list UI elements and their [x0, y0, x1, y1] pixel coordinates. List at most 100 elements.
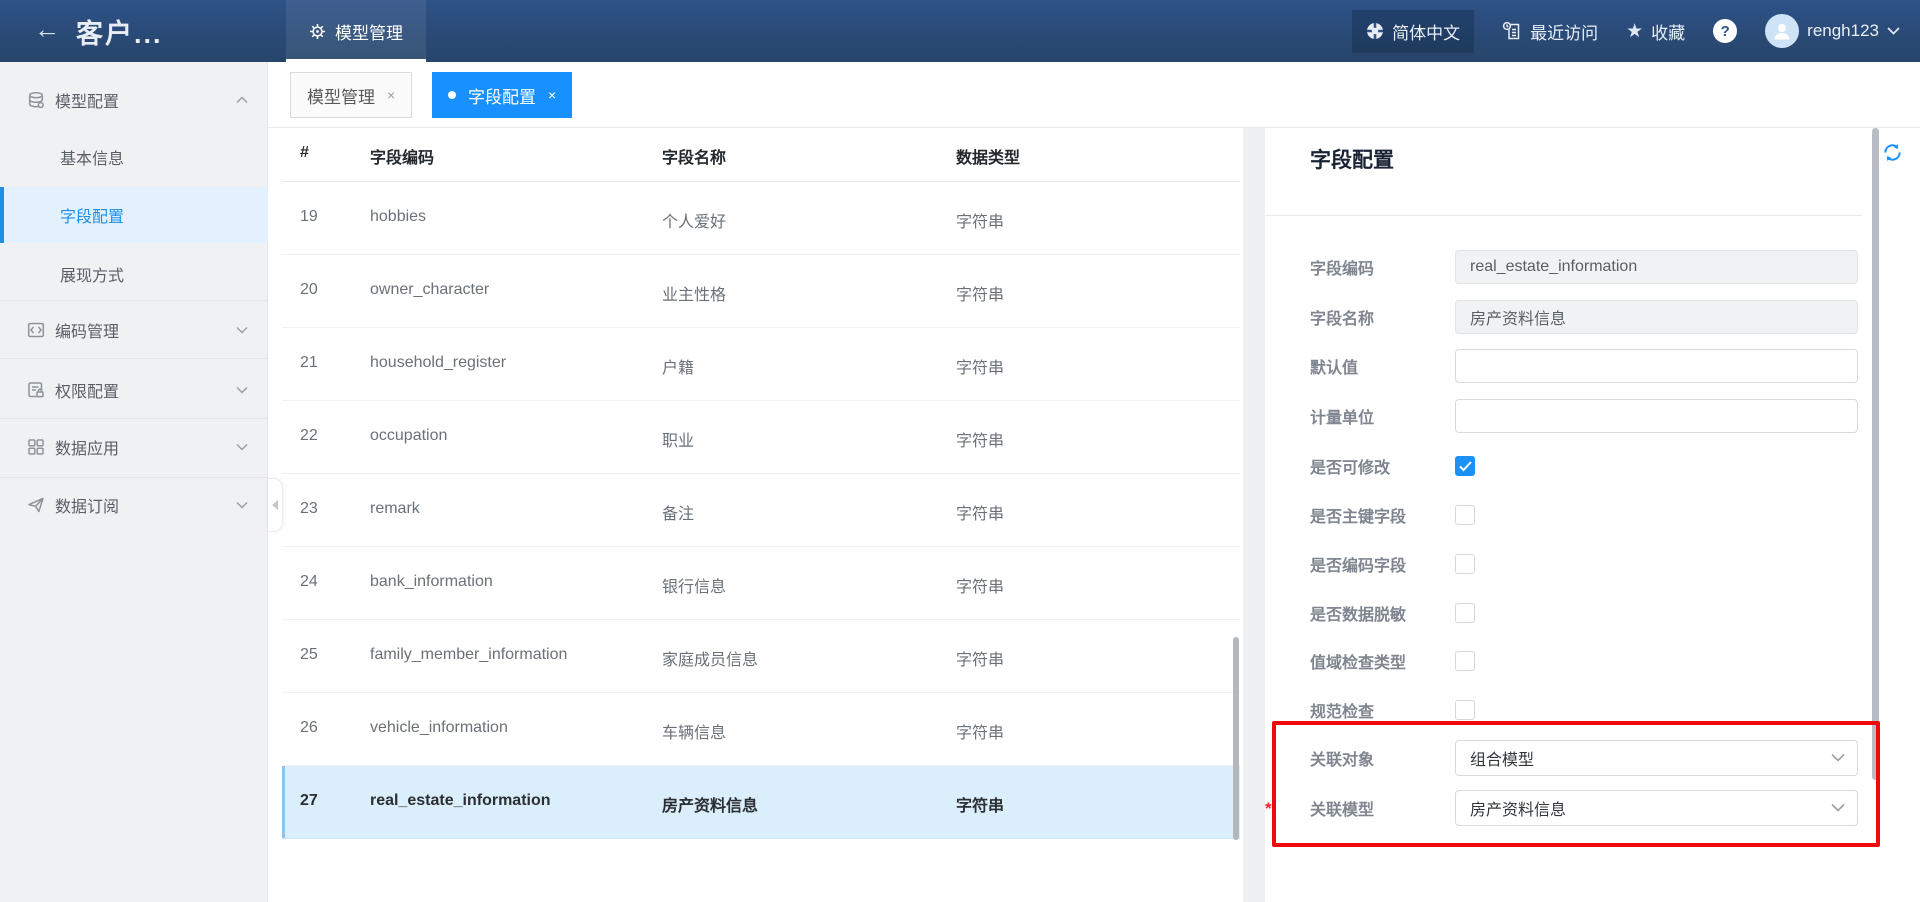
field-label: 是否主键字段: [1310, 503, 1406, 527]
gear-icon: [309, 23, 326, 40]
field-input[interactable]: [1455, 349, 1858, 383]
field-checkbox[interactable]: [1455, 603, 1475, 623]
field-label: 值域检查类型: [1310, 649, 1406, 673]
field-label: 字段编码: [1310, 255, 1374, 279]
table-row[interactable]: 19hobbies个人爱好字符串: [282, 182, 1240, 255]
sidebar-item-field-config[interactable]: 字段配置: [0, 187, 268, 243]
table-row[interactable]: 23remark备注字符串: [282, 474, 1240, 547]
col-data-type: 数据类型: [956, 144, 1020, 168]
table-row[interactable]: 20owner_character业主性格字符串: [282, 255, 1240, 328]
help-button[interactable]: ?: [1713, 19, 1737, 43]
table-cell: remark: [370, 500, 420, 518]
table-cell: bank_information: [370, 573, 493, 591]
app-root: ← 客户... 模型管理 简体中文: [0, 0, 1920, 902]
help-label: ?: [1721, 23, 1730, 40]
username: rengh123: [1807, 21, 1879, 41]
navbar-right-menu: 简体中文 最近访问 ★ 收藏 ?: [1352, 0, 1920, 62]
tab-label: 字段配置: [468, 83, 536, 108]
model-layers-icon: [27, 91, 45, 109]
field-input[interactable]: [1455, 250, 1858, 284]
field-row: 是否编码字段: [1265, 546, 1920, 582]
field-input[interactable]: [1455, 300, 1858, 334]
field-checkbox[interactable]: [1455, 554, 1475, 574]
field-checkbox[interactable]: [1455, 456, 1475, 476]
table-row[interactable]: 26vehicle_information车辆信息字符串: [282, 693, 1240, 766]
table-cell: 27: [300, 792, 318, 810]
field-checkbox[interactable]: [1455, 651, 1475, 671]
table-cell: 字符串: [956, 719, 1004, 743]
language-switcher[interactable]: 简体中文: [1352, 10, 1474, 53]
tab-field-config[interactable]: 字段配置 ×: [432, 72, 572, 118]
field-select[interactable]: 房产资料信息: [1455, 790, 1858, 826]
field-row: 关联对象 组合模型: [1265, 740, 1920, 776]
recent-visits[interactable]: 最近访问: [1502, 19, 1598, 44]
col-index: #: [300, 144, 309, 162]
sidebar-collapse-handle[interactable]: [268, 478, 283, 532]
tab-model-management[interactable]: 模型管理 ×: [290, 72, 412, 118]
favorites[interactable]: ★ 收藏: [1626, 19, 1685, 44]
sidebar-item-basic-info[interactable]: 基本信息: [0, 131, 268, 183]
panel-divider: [1265, 215, 1862, 216]
divider-gap: [1243, 128, 1265, 902]
field-select[interactable]: 组合模型: [1455, 740, 1858, 776]
table-cell: 20: [300, 281, 318, 299]
col-field-name: 字段名称: [662, 144, 726, 168]
field-row: 默认值: [1265, 348, 1920, 384]
select-value: 组合模型: [1470, 746, 1534, 770]
required-asterisk: *: [1265, 799, 1272, 819]
table-cell: 字符串: [956, 354, 1004, 378]
sidebar-group-code-management[interactable]: 编码管理: [0, 308, 268, 352]
table-cell: 字符串: [956, 208, 1004, 232]
chevron-down-icon: [236, 327, 248, 334]
panel-scrollbar[interactable]: [1872, 128, 1879, 780]
close-icon[interactable]: ×: [387, 87, 395, 103]
table-cell: owner_character: [370, 281, 489, 299]
tab-label: 模型管理: [307, 83, 375, 108]
sidebar-group-permission-config[interactable]: 权限配置: [0, 368, 268, 412]
field-table: # 字段编码 字段名称 数据类型 19hobbies个人爱好字符串20owner…: [268, 128, 1243, 902]
chevron-up-icon: [236, 97, 248, 104]
table-cell: 字符串: [956, 792, 1004, 816]
field-label: 是否数据脱敏: [1310, 601, 1406, 625]
code-box-icon: [27, 321, 45, 339]
field-input[interactable]: [1455, 399, 1858, 433]
recent-history-icon: [1502, 21, 1522, 41]
page-tab-bar: 模型管理 × 字段配置 ×: [268, 62, 1920, 128]
table-row[interactable]: 24bank_information银行信息字符串: [282, 547, 1240, 620]
chevron-down-icon: [1831, 754, 1845, 763]
table-row[interactable]: 27real_estate_information房产资料信息字符串: [282, 766, 1240, 839]
table-scrollbar[interactable]: [1233, 637, 1239, 840]
globe-icon: [1366, 22, 1384, 40]
back-arrow-icon[interactable]: ←: [34, 14, 60, 45]
table-cell: 个人爱好: [662, 208, 726, 232]
field-checkbox[interactable]: [1455, 700, 1475, 720]
user-menu[interactable]: rengh123: [1765, 14, 1900, 48]
table-cell: 22: [300, 427, 318, 445]
refresh-icon[interactable]: [1881, 141, 1904, 164]
table-cell: 19: [300, 208, 318, 226]
sidebar-group-data-subscription[interactable]: 数据订阅: [0, 483, 268, 527]
sidebar-group-data-application[interactable]: 数据应用: [0, 425, 268, 469]
table-cell: 字符串: [956, 500, 1004, 524]
table-row[interactable]: 25family_member_information家庭成员信息字符串: [282, 620, 1240, 693]
field-label: 关联模型: [1310, 796, 1374, 820]
paper-plane-icon: [27, 496, 45, 514]
sidebar-group-label: 模型配置: [55, 88, 119, 112]
table-cell: 21: [300, 354, 318, 372]
app-grid-icon: [27, 438, 45, 456]
top-tab-model-management[interactable]: 模型管理: [286, 0, 426, 62]
field-checkbox[interactable]: [1455, 505, 1475, 525]
sidebar-group-model-config[interactable]: 模型配置: [0, 78, 268, 122]
content-area: # 字段编码 字段名称 数据类型 19hobbies个人爱好字符串20owner…: [268, 128, 1920, 902]
sidebar-item-display-mode[interactable]: 展现方式: [0, 248, 268, 300]
field-config-panel: 字段配置 字段编码字段名称默认值计量单位是否可修改是否主键字段是否编码字段是否数…: [1265, 128, 1920, 902]
field-row: 值域检查类型: [1265, 643, 1920, 679]
field-label: 关联对象: [1310, 746, 1374, 770]
field-label: 字段名称: [1310, 305, 1374, 329]
field-row: 是否可修改: [1265, 448, 1920, 484]
table-row[interactable]: 21household_register户籍字符串: [282, 328, 1240, 401]
table-row[interactable]: 22occupation职业字符串: [282, 401, 1240, 474]
close-icon[interactable]: ×: [548, 87, 556, 103]
field-label: 是否编码字段: [1310, 552, 1406, 576]
app-title: 客户...: [76, 12, 163, 51]
